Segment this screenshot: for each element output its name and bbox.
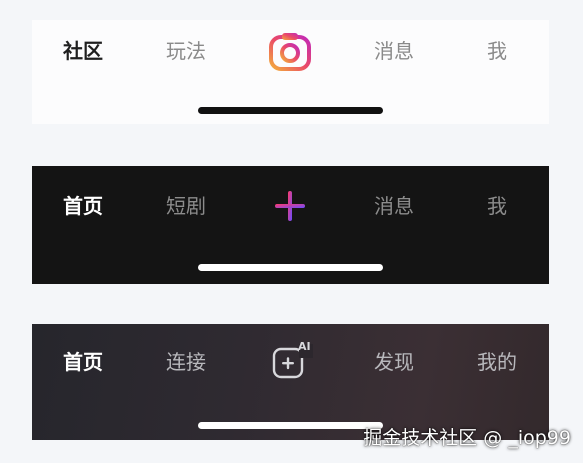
tab-wode[interactable]: 我的 xyxy=(477,350,517,374)
tab-wo[interactable]: 我 xyxy=(487,39,507,63)
tab-xiaoxi[interactable]: 消息 xyxy=(374,194,414,218)
tab-wanfa[interactable]: 玩法 xyxy=(166,39,206,63)
dark-tab-bar: 首页 短剧 消息 我 xyxy=(32,166,549,284)
tab-lianjie[interactable]: 连接 xyxy=(166,350,206,374)
tab-wo[interactable]: 我 xyxy=(487,194,507,218)
camera-icon[interactable] xyxy=(267,29,313,79)
plus-icon[interactable] xyxy=(273,189,307,227)
home-indicator xyxy=(198,422,383,429)
home-indicator xyxy=(198,264,383,271)
ai-badge: AI xyxy=(298,340,311,353)
tab-duanju[interactable]: 短剧 xyxy=(166,194,206,218)
tab-shouye[interactable]: 首页 xyxy=(63,194,103,218)
tab-faxian[interactable]: 发现 xyxy=(374,350,414,374)
home-indicator xyxy=(198,107,383,114)
tab-shequ[interactable]: 社区 xyxy=(63,39,103,63)
tab-shouye[interactable]: 首页 xyxy=(63,350,103,374)
tab-xiaoxi[interactable]: 消息 xyxy=(374,39,414,63)
ai-add-icon[interactable]: AI xyxy=(271,340,315,384)
light-tab-bar: 社区 玩法 消息 我 xyxy=(32,20,549,124)
watermark: 掘金技术社区 @ _iop99 xyxy=(363,427,571,449)
